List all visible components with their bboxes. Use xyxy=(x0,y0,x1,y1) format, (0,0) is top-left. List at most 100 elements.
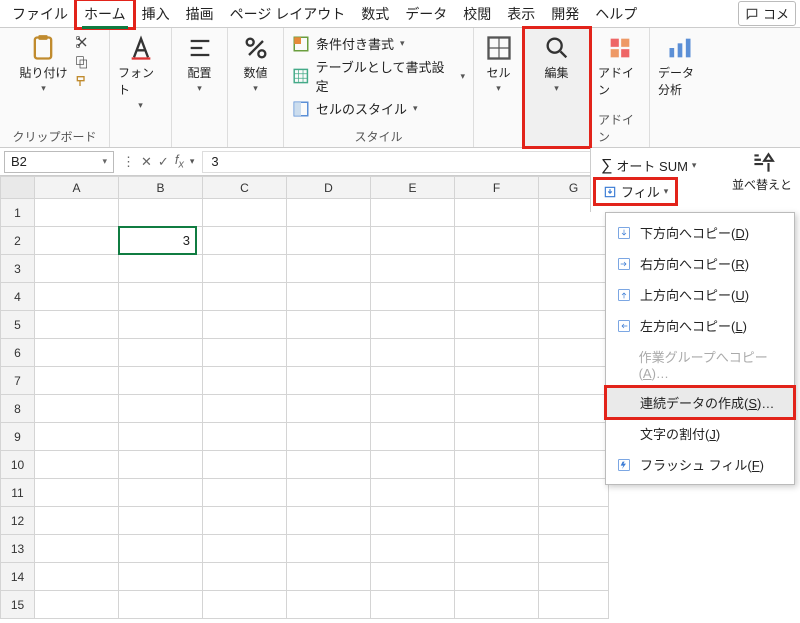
fill-across-item: 作業グループへコピー(A)… xyxy=(606,341,794,387)
chevron-down-icon: ▾ xyxy=(496,83,501,94)
chevron-down-icon: ▾ xyxy=(554,83,559,94)
fill-left-item[interactable]: 左方向へコピー(L) xyxy=(606,310,794,341)
copy-icon[interactable] xyxy=(74,54,90,70)
row-header[interactable]: 11 xyxy=(1,479,35,507)
group-clipboard: 貼り付け ▾ クリップボード xyxy=(0,28,110,147)
sigma-icon: ∑ xyxy=(601,157,612,175)
group-addin: アドイン アドイン xyxy=(590,28,650,147)
row-header[interactable]: 12 xyxy=(1,507,35,535)
row-header[interactable]: 8 xyxy=(1,395,35,423)
cancel-icon[interactable]: ✕ xyxy=(141,154,152,170)
fill-justify-item[interactable]: 文字の割付(J) xyxy=(606,418,794,449)
chevron-down-icon: ▾ xyxy=(197,83,202,94)
addin-icon xyxy=(606,34,634,62)
chevron-down-icon[interactable]: ▾ xyxy=(190,156,195,167)
formula-dropdown-icon[interactable]: ⋮ xyxy=(122,154,135,170)
menu-formulas[interactable]: 数式 xyxy=(353,0,397,28)
formula-value: 3 xyxy=(211,154,218,169)
group-edit: 編集 ▾ xyxy=(524,28,590,147)
row-header[interactable]: 13 xyxy=(1,535,35,563)
menu-draw[interactable]: 描画 xyxy=(178,0,222,28)
cell-button[interactable]: セル ▾ xyxy=(485,34,513,94)
clipboard-mini xyxy=(74,34,90,90)
select-all-corner[interactable] xyxy=(1,177,35,199)
paste-button[interactable]: 貼り付け ▾ xyxy=(19,34,67,94)
row-header[interactable]: 4 xyxy=(1,283,35,311)
row-header[interactable]: 14 xyxy=(1,563,35,591)
cut-icon[interactable] xyxy=(74,34,90,50)
format-as-table-button[interactable]: テーブルとして書式設定 ▾ xyxy=(292,57,465,95)
menu-insert[interactable]: 挿入 xyxy=(134,0,178,28)
row-header[interactable]: 15 xyxy=(1,591,35,619)
align-icon xyxy=(186,34,214,62)
menu-developer[interactable]: 開発 xyxy=(543,0,587,28)
menu-view[interactable]: 表示 xyxy=(499,0,543,28)
menu-home[interactable]: ホーム xyxy=(76,0,134,28)
align-label: 配置 xyxy=(187,64,211,81)
col-header-d[interactable]: D xyxy=(287,177,371,199)
cell-b2-value: 3 xyxy=(183,233,190,248)
sort-filter-button[interactable]: 並べ替えと xyxy=(732,150,792,193)
chevron-down-icon: ▾ xyxy=(400,38,405,49)
chevron-down-icon: ▾ xyxy=(41,83,46,94)
sort-icon xyxy=(749,150,775,176)
conditional-format-button[interactable]: 条件付き書式 ▾ xyxy=(292,34,465,53)
fill-flash-item[interactable]: フラッシュ フィル(F) xyxy=(606,449,794,480)
fill-left-label: 左方向へコピー(L) xyxy=(640,316,747,335)
addin-button[interactable]: アドイン xyxy=(598,34,641,98)
fill-menu: 下方向へコピー(D) 右方向へコピー(R) 上方向へコピー(U) 左方向へコピー… xyxy=(605,212,795,485)
comment-button[interactable]: コメ xyxy=(738,1,796,26)
row-header[interactable]: 10 xyxy=(1,451,35,479)
col-header-f[interactable]: F xyxy=(455,177,539,199)
font-icon xyxy=(127,34,155,62)
enter-icon[interactable]: ✓ xyxy=(158,154,169,170)
styles-group-label: スタイル xyxy=(354,124,402,145)
fx-icon[interactable]: fx xyxy=(175,152,184,171)
chevron-down-icon: ▾ xyxy=(253,83,258,94)
menu-review[interactable]: 校閲 xyxy=(455,0,499,28)
comment-icon xyxy=(745,7,759,21)
chevron-down-icon: ▾ xyxy=(413,103,418,114)
menu-help[interactable]: ヘルプ xyxy=(587,0,645,28)
font-button[interactable]: フォント ▾ xyxy=(118,34,163,111)
number-button[interactable]: 数値 ▾ xyxy=(242,34,270,94)
menu-page-layout[interactable]: ページ レイアウト xyxy=(222,0,354,28)
row-header[interactable]: 6 xyxy=(1,339,35,367)
fill-right-item[interactable]: 右方向へコピー(R) xyxy=(606,248,794,279)
data-analysis-label: データ分析 xyxy=(658,64,702,98)
arrow-up-icon xyxy=(616,287,632,303)
format-painter-icon[interactable] xyxy=(74,74,90,90)
cell-styles-button[interactable]: セルのスタイル ▾ xyxy=(292,99,465,118)
col-header-c[interactable]: C xyxy=(203,177,287,199)
font-label: フォント xyxy=(118,64,163,98)
row-header[interactable]: 2 xyxy=(1,227,35,255)
fill-series-item[interactable]: 連続データの作成(S)… xyxy=(606,387,794,418)
col-header-e[interactable]: E xyxy=(371,177,455,199)
menu-file[interactable]: ファイル xyxy=(4,0,76,28)
group-number: 数値 ▾ xyxy=(228,28,284,147)
chevron-down-icon: ▾ xyxy=(692,160,697,171)
col-header-b[interactable]: B xyxy=(119,177,203,199)
row-header[interactable]: 5 xyxy=(1,311,35,339)
as-table-label: テーブルとして書式設定 xyxy=(316,57,455,95)
paste-icon xyxy=(29,34,57,62)
row-header[interactable]: 7 xyxy=(1,367,35,395)
row-header[interactable]: 3 xyxy=(1,255,35,283)
chevron-down-icon: ▾ xyxy=(138,100,143,111)
col-header-a[interactable]: A xyxy=(35,177,119,199)
row-header[interactable]: 9 xyxy=(1,423,35,451)
fill-up-item[interactable]: 上方向へコピー(U) xyxy=(606,279,794,310)
edit-label: 編集 xyxy=(544,64,568,81)
paste-label: 貼り付け xyxy=(19,64,67,81)
cell-b2[interactable]: 3 xyxy=(119,227,203,255)
fill-button[interactable]: フィル ▾ xyxy=(595,179,676,204)
fill-down-item[interactable]: 下方向へコピー(D) xyxy=(606,217,794,248)
menu-data[interactable]: データ xyxy=(397,0,455,28)
name-box[interactable]: B2 ▾ xyxy=(4,151,114,173)
row-header[interactable]: 1 xyxy=(1,199,35,227)
edit-find-button[interactable]: 編集 ▾ xyxy=(543,34,571,94)
align-button[interactable]: 配置 ▾ xyxy=(186,34,214,94)
percent-icon xyxy=(242,34,270,62)
data-analysis-button[interactable]: データ分析 xyxy=(658,34,702,98)
chevron-down-icon: ▾ xyxy=(664,186,669,197)
